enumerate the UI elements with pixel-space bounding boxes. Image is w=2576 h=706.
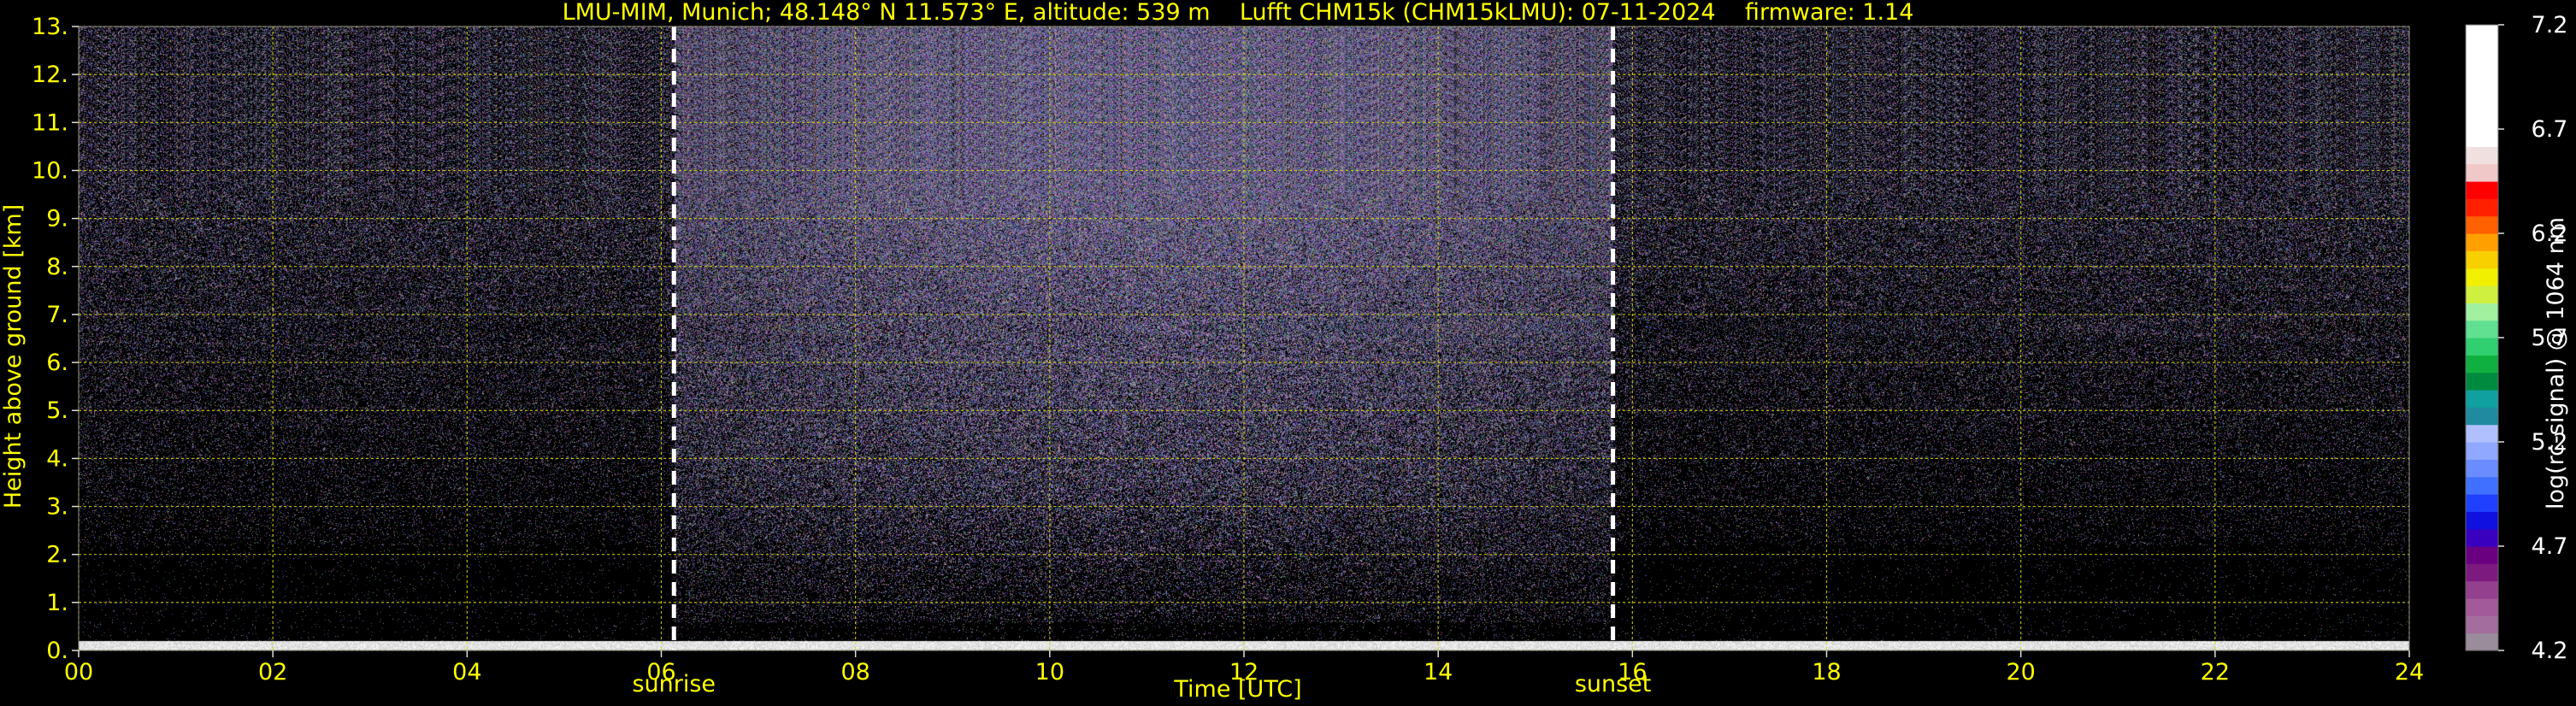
x-tick-label: 02 [258, 659, 287, 685]
colorbar-tick-label: 4.2 [2532, 638, 2568, 664]
colorbar-swatch [2466, 146, 2498, 165]
y-tick-label: 5. [46, 397, 68, 424]
y-tick-label: 1. [46, 590, 68, 616]
x-axis-label: Time [UTC] [1173, 676, 1301, 703]
y-tick-label: 7. [46, 302, 68, 328]
colorbar-tick-label: 4.7 [2532, 533, 2568, 560]
colorbar-swatch [2466, 198, 2498, 217]
colorbar-swatch [2466, 285, 2498, 303]
colorbar-swatch [2466, 407, 2498, 426]
colorbar-swatch [2466, 320, 2498, 338]
y-tick-label: 0. [46, 638, 68, 664]
y-tick-label: 8. [46, 254, 68, 280]
colorbar-swatch [2466, 129, 2498, 147]
x-tick-label: 10 [1035, 659, 1064, 685]
colorbar-swatch [2466, 111, 2498, 130]
colorbar-swatches [2466, 25, 2498, 651]
colorbar-swatch [2466, 250, 2498, 269]
colorbar-swatch [2466, 598, 2498, 616]
colorbar-swatch [2466, 494, 2498, 512]
x-tick-label: 24 [2395, 659, 2424, 685]
colorbar-swatch [2466, 268, 2498, 286]
y-axis-label: Height above ground [km] [0, 204, 27, 509]
colorbar-swatch [2466, 25, 2498, 43]
y-tick-label: 12. [32, 62, 68, 88]
colorbar-swatch [2466, 42, 2498, 61]
colorbar-swatch [2466, 94, 2498, 113]
colorbar-swatch [2466, 390, 2498, 408]
x-tick-label: 22 [2201, 659, 2230, 685]
x-tick-label: 04 [452, 659, 481, 685]
x-tick-label: 18 [1812, 659, 1841, 685]
colorbar-swatch [2466, 233, 2498, 251]
colorbar-swatch [2466, 511, 2498, 530]
colorbar-swatch [2466, 563, 2498, 582]
colorbar-swatch [2466, 580, 2498, 599]
x-tick-label: 08 [840, 659, 869, 685]
colorbar-tick-label: 6.7 [2532, 116, 2568, 143]
colorbar-swatch [2466, 546, 2498, 564]
colorbar-swatch [2466, 163, 2498, 182]
x-tick-label: 14 [1424, 659, 1453, 685]
sunrise-label: sunrise [632, 671, 716, 697]
chart-title: LMU-MIM, Munich; 48.148° N 11.573° E, al… [563, 0, 1914, 26]
colorbar-swatch [2466, 459, 2498, 478]
colorbar-swatch [2466, 77, 2498, 95]
x-tick-label: 20 [2006, 659, 2035, 685]
y-tick-label: 4. [46, 445, 68, 472]
y-tick-label: 10. [32, 157, 68, 184]
colorbar-swatch [2466, 442, 2498, 460]
colorbar-swatch [2466, 476, 2498, 495]
colorbar-swatch [2466, 355, 2498, 374]
colorbar-swatch [2466, 615, 2498, 634]
y-tick-label: 3. [46, 494, 68, 521]
colorbar-swatch [2466, 215, 2498, 234]
y-tick-label: 9. [46, 206, 68, 232]
y-tick-label: 2. [46, 542, 68, 568]
colorbar-swatch [2466, 59, 2498, 78]
y-tick-label: 6. [46, 350, 68, 376]
ceilometer-chart: 00 02 04 06 08 10 12 14 16 18 20 22 24 0.1.2.3.4.5.6… [0, 0, 2576, 706]
colorbar-swatch [2466, 372, 2498, 391]
colorbar-swatch [2466, 181, 2498, 199]
colorbar-tick-label: 7.2 [2532, 12, 2568, 38]
colorbar-swatch [2466, 303, 2498, 321]
colorbar-swatch [2466, 632, 2498, 651]
sunset-label: sunset [1575, 671, 1652, 697]
colorbar-label: log(rc-signal) @ 1064 nm [2543, 217, 2569, 509]
y-tick-label: 13. [32, 14, 68, 40]
colorbar-swatch [2466, 338, 2498, 356]
colorbar-swatch [2466, 424, 2498, 443]
colorbar-swatch [2466, 528, 2498, 547]
y-tick-label: 11. [32, 109, 68, 136]
